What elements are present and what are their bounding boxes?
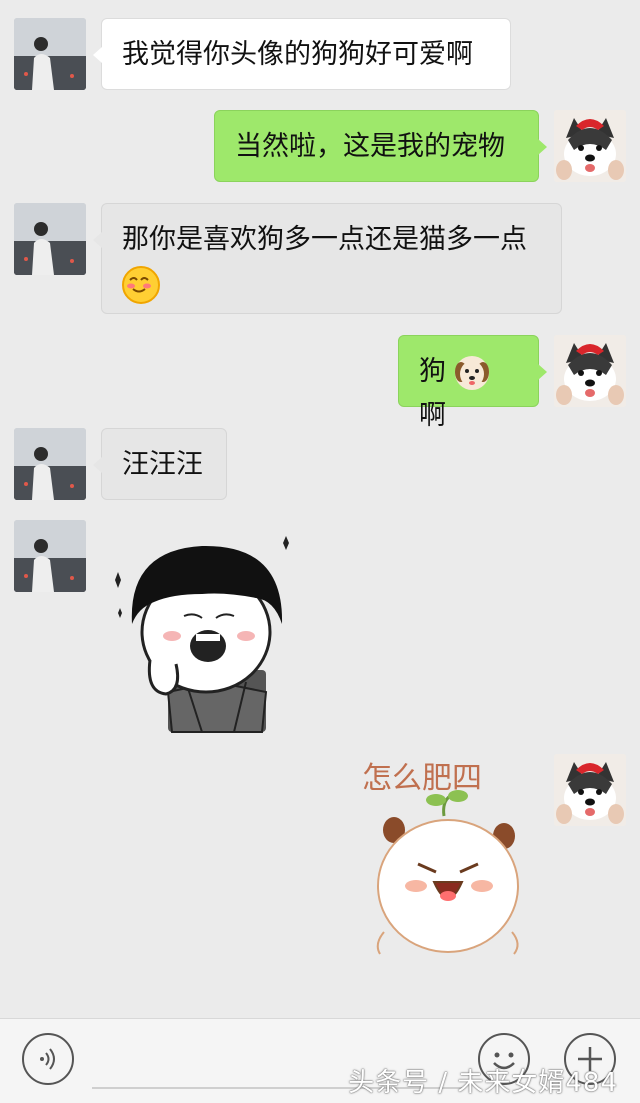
message-bubble[interactable]: 当然啦，这是我的宠物 bbox=[214, 110, 547, 182]
message-text: 汪汪汪 bbox=[122, 449, 203, 480]
contact-avatar[interactable] bbox=[14, 203, 86, 275]
message-bubble[interactable]: 那你是喜欢狗多一点还是猫多一点 bbox=[93, 203, 562, 314]
message-bubble[interactable]: 我觉得你头像的狗狗好可爱啊 bbox=[93, 18, 511, 90]
message-text: 狗 bbox=[419, 356, 446, 387]
contact-avatar[interactable] bbox=[14, 428, 86, 500]
contact-avatar[interactable] bbox=[14, 520, 86, 592]
sticker-caption: 怎么肥四 bbox=[362, 761, 482, 796]
my-avatar[interactable] bbox=[554, 335, 626, 407]
bubble-tail bbox=[538, 139, 547, 155]
dog-face-emoji bbox=[454, 355, 489, 390]
message-text: 那你是喜欢狗多一点还是猫多一点 bbox=[122, 224, 527, 255]
mushroom-head-meme-sticker[interactable] bbox=[106, 532, 306, 737]
message-text: 啊 bbox=[419, 400, 446, 431]
my-avatar[interactable] bbox=[554, 754, 626, 826]
bubble-tail bbox=[93, 47, 102, 63]
voice-icon[interactable] bbox=[22, 1033, 74, 1085]
bubble-tail bbox=[538, 364, 547, 380]
bubble-tail bbox=[93, 457, 102, 473]
message-bubble[interactable]: 狗 啊 bbox=[398, 335, 547, 431]
bubble-tail bbox=[93, 232, 102, 248]
message-bubble[interactable]: 汪汪汪 bbox=[93, 428, 227, 500]
emoji-line bbox=[122, 262, 541, 306]
watermark: 头条号 / 未来女婿484 bbox=[348, 1068, 618, 1098]
message-text: 当然啦，这是我的宠物 bbox=[235, 131, 505, 162]
message-text: 我觉得你头像的狗狗好可爱啊 bbox=[122, 39, 473, 70]
cute-bun-sticker[interactable]: 怎么肥四 bbox=[354, 754, 534, 969]
contact-avatar[interactable] bbox=[14, 18, 86, 90]
my-avatar[interactable] bbox=[554, 110, 626, 182]
blush-smile-emoji bbox=[122, 265, 160, 304]
